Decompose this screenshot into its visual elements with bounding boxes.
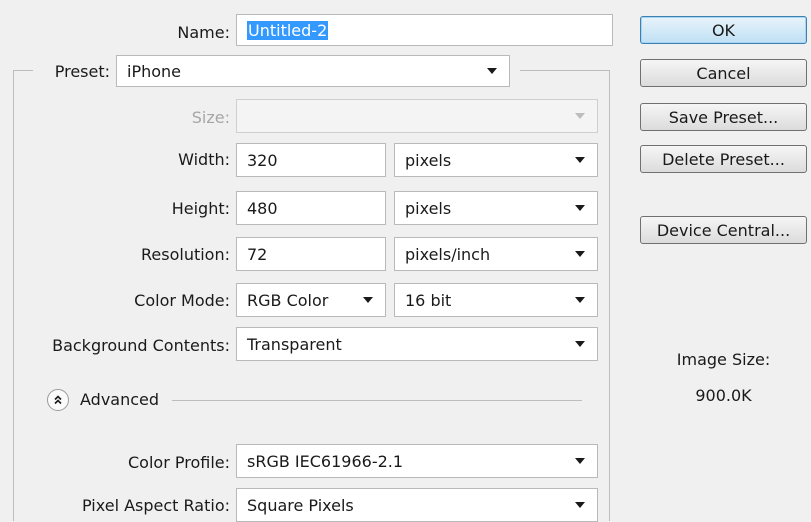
cancel-button[interactable]: Cancel (640, 59, 807, 87)
advanced-toggle-button[interactable] (47, 389, 69, 411)
height-unit-value: pixels (405, 198, 452, 218)
preset-select-value: iPhone (127, 61, 182, 81)
width-unit-value: pixels (405, 150, 452, 170)
chevron-down-icon (575, 157, 585, 163)
name-input-value: Untitled-2 (247, 20, 329, 40)
chevron-down-icon (487, 68, 497, 74)
preset-group-border-right (609, 70, 610, 521)
pixel-aspect-ratio-label: Pixel Aspect Ratio: (82, 496, 230, 515)
preset-label: Preset: (54, 62, 110, 81)
width-label: Width: (178, 150, 230, 169)
advanced-label: Advanced (80, 390, 160, 409)
resolution-unit-value: pixels/inch (405, 244, 491, 264)
color-mode-value: RGB Color (247, 290, 329, 310)
save-preset-button[interactable]: Save Preset... (640, 103, 807, 131)
width-input[interactable]: 320 (236, 143, 386, 177)
chevron-down-icon (575, 205, 585, 211)
preset-group-border-left (13, 70, 14, 521)
color-profile-value: sRGB IEC61966-2.1 (247, 451, 404, 471)
name-input[interactable]: Untitled-2 (236, 14, 613, 46)
background-contents-value: Transparent (247, 334, 342, 354)
resolution-label: Resolution: (141, 245, 230, 264)
color-mode-select[interactable]: RGB Color (236, 283, 386, 317)
pixel-aspect-ratio-value: Square Pixels (247, 495, 354, 515)
chevron-down-icon (575, 297, 585, 303)
bit-depth-select[interactable]: 16 bit (394, 283, 598, 317)
chevron-down-icon (575, 113, 585, 119)
color-profile-select[interactable]: sRGB IEC61966-2.1 (236, 444, 598, 478)
size-label: Size: (191, 108, 230, 127)
width-unit-select[interactable]: pixels (394, 143, 598, 177)
preset-group-border-top-right (520, 70, 610, 71)
advanced-divider (172, 400, 582, 401)
collapse-icon (54, 395, 62, 405)
image-size-value: 900.0K (695, 386, 752, 405)
chevron-down-icon (363, 297, 373, 303)
new-document-dialog: Name: Untitled-2 Preset: iPhone Size: Wi… (0, 0, 811, 522)
pixel-aspect-ratio-select[interactable]: Square Pixels (236, 488, 598, 522)
width-input-value: 320 (247, 150, 278, 170)
size-select[interactable] (236, 99, 598, 133)
resolution-input-value: 72 (247, 244, 268, 264)
delete-preset-button[interactable]: Delete Preset... (640, 145, 807, 173)
ok-button[interactable]: OK (640, 16, 807, 44)
chevron-down-icon (575, 502, 585, 508)
device-central-button[interactable]: Device Central... (640, 216, 807, 244)
name-label: Name: (177, 23, 230, 42)
chevron-down-icon (575, 251, 585, 257)
resolution-input[interactable]: 72 (236, 237, 386, 271)
resolution-unit-select[interactable]: pixels/inch (394, 237, 598, 271)
height-input-value: 480 (247, 198, 278, 218)
height-unit-select[interactable]: pixels (394, 191, 598, 225)
preset-select[interactable]: iPhone (116, 55, 510, 87)
color-profile-label: Color Profile: (128, 453, 230, 472)
background-contents-select[interactable]: Transparent (236, 327, 598, 361)
height-input[interactable]: 480 (236, 191, 386, 225)
color-mode-label: Color Mode: (134, 291, 230, 310)
preset-group-border-top-left (13, 70, 33, 71)
background-contents-label: Background Contents: (52, 336, 230, 355)
image-size-label: Image Size: (676, 350, 771, 369)
chevron-down-icon (575, 341, 585, 347)
chevron-down-icon (575, 458, 585, 464)
height-label: Height: (171, 199, 230, 218)
bit-depth-value: 16 bit (405, 290, 452, 310)
